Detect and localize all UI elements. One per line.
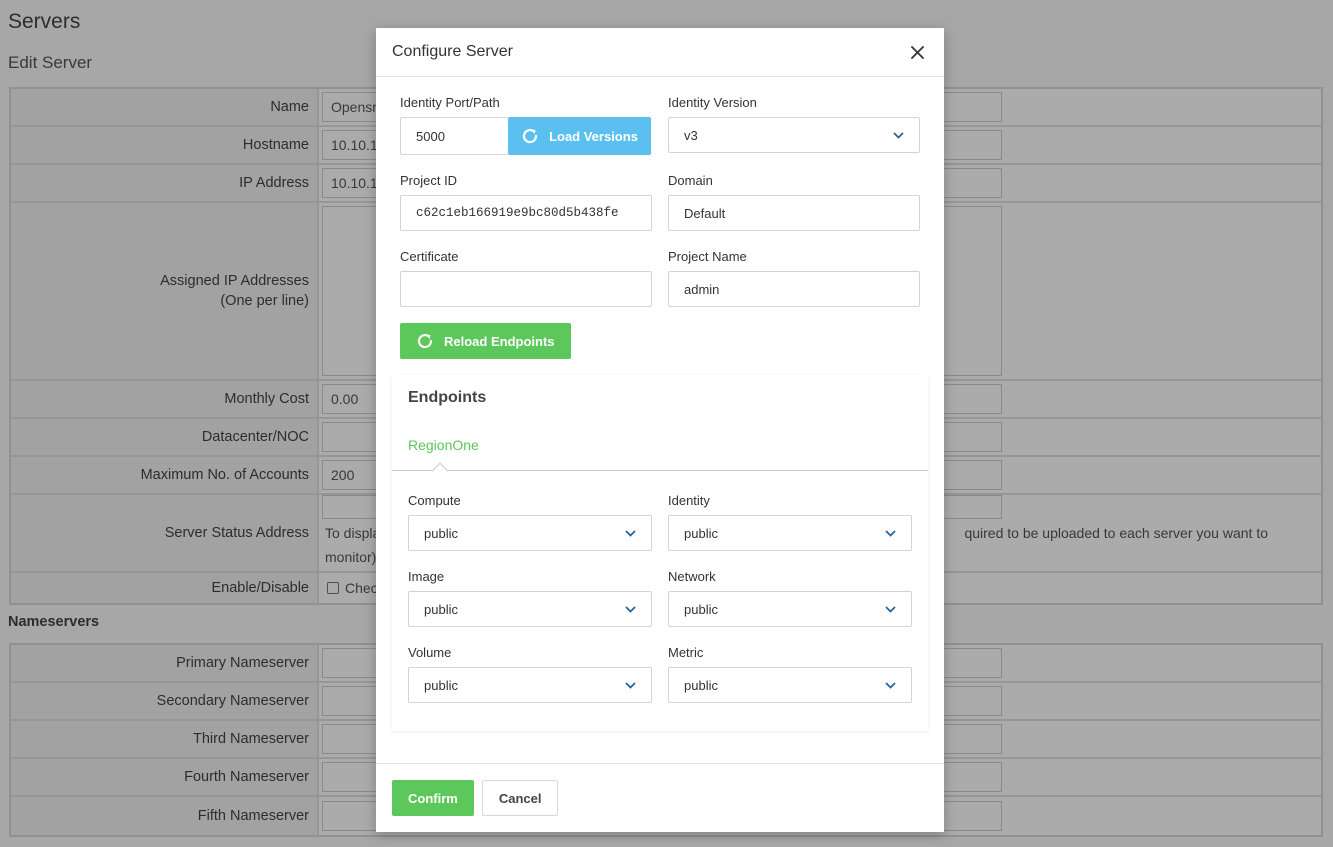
modal-body: Identity Port/Path 5000 Load Versions Id… xyxy=(376,77,944,359)
volume-label: Volume xyxy=(408,645,452,660)
configure-server-modal: Configure Server Identity Port/Path 5000… xyxy=(376,28,944,832)
project-id-input[interactable]: c62c1eb166919e9bc80d5b438fe xyxy=(400,195,652,231)
modal-header: Configure Server xyxy=(376,28,944,77)
identity-version-value: v3 xyxy=(684,127,698,143)
modal-title: Configure Server xyxy=(392,43,513,60)
chevron-down-icon xyxy=(885,529,896,537)
domain-label: Domain xyxy=(668,173,713,188)
identity-label: Identity xyxy=(668,493,710,508)
network-value: public xyxy=(684,601,718,617)
identity-version-label: Identity Version xyxy=(668,95,757,110)
project-id-label: Project ID xyxy=(400,173,458,188)
refresh-icon xyxy=(417,333,433,349)
metric-label: Metric xyxy=(668,645,704,660)
project-name-input[interactable]: admin xyxy=(668,271,920,307)
compute-value: public xyxy=(424,525,458,541)
certificate-input[interactable] xyxy=(400,271,652,307)
endpoints-title: Endpoints xyxy=(408,389,487,406)
metric-value: public xyxy=(684,677,718,693)
identity-version-select[interactable]: v3 xyxy=(668,117,920,153)
identity-port-group: 5000 Load Versions xyxy=(400,117,652,155)
identity-select[interactable]: public xyxy=(668,515,912,551)
network-select[interactable]: public xyxy=(668,591,912,627)
close-button[interactable] xyxy=(906,41,928,63)
confirm-button[interactable]: Confirm xyxy=(392,780,474,816)
network-label: Network xyxy=(668,569,716,584)
tab-regionone[interactable]: RegionOne xyxy=(408,437,479,453)
reload-endpoints-button[interactable]: Reload Endpoints xyxy=(400,323,571,359)
reload-endpoints-label: Reload Endpoints xyxy=(444,333,555,349)
compute-label: Compute xyxy=(408,493,461,508)
volume-value: public xyxy=(424,677,458,693)
project-name-label: Project Name xyxy=(668,249,747,264)
cancel-button[interactable]: Cancel xyxy=(481,780,559,816)
chevron-down-icon xyxy=(893,131,904,139)
compute-select[interactable]: public xyxy=(408,515,652,551)
region-tabs: RegionOne xyxy=(392,425,928,480)
refresh-icon xyxy=(523,128,538,144)
chevron-down-icon xyxy=(885,605,896,613)
modal-footer: Confirm Cancel xyxy=(376,763,944,832)
chevron-down-icon xyxy=(625,605,636,613)
volume-select[interactable]: public xyxy=(408,667,652,703)
chevron-down-icon xyxy=(625,681,636,689)
close-icon xyxy=(910,45,924,59)
chevron-down-icon xyxy=(625,529,636,537)
load-versions-button[interactable]: Load Versions xyxy=(508,117,651,155)
endpoints-grid: Compute public Identity public Image pub… xyxy=(408,493,912,721)
active-tab-caret xyxy=(431,462,449,480)
certificate-label: Certificate xyxy=(400,249,459,264)
image-value: public xyxy=(424,601,458,617)
metric-select[interactable]: public xyxy=(668,667,912,703)
load-versions-label: Load Versions xyxy=(549,128,638,144)
domain-input[interactable]: Default xyxy=(668,195,920,231)
identity-port-label: Identity Port/Path xyxy=(400,95,500,110)
identity-port-input[interactable]: 5000 xyxy=(400,117,508,155)
chevron-down-icon xyxy=(885,681,896,689)
endpoints-panel: Endpoints RegionOne Compute public Ident… xyxy=(392,375,928,731)
image-select[interactable]: public xyxy=(408,591,652,627)
identity-value: public xyxy=(684,525,718,541)
image-label: Image xyxy=(408,569,445,584)
